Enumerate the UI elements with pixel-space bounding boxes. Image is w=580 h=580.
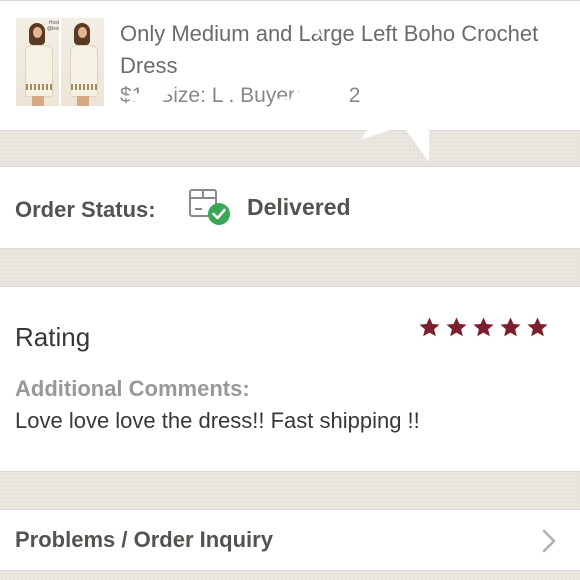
product-card[interactable]: Host Pick @leslie876 Only Medium and Lar…	[0, 0, 580, 201]
chevron-right-icon[interactable]	[540, 527, 558, 555]
star-sticker-icon: ★	[263, 71, 325, 144]
star-icon	[500, 317, 521, 337]
order-inquiry-row[interactable]: Problems / Order Inquiry	[0, 509, 580, 571]
order-status-value: Delivered	[247, 194, 351, 220]
rating-title: Rating	[15, 322, 91, 352]
product-thumbnail[interactable]: Host Pick @leslie876	[16, 18, 104, 106]
star-rating	[418, 316, 549, 339]
star-icon	[473, 317, 494, 337]
product-photo-side	[61, 18, 104, 106]
comments-label: Additional Comments:	[15, 376, 250, 401]
order-inquiry-label: Problems / Order Inquiry	[15, 527, 273, 552]
star-icon	[527, 317, 548, 337]
star-icon	[446, 317, 467, 337]
order-status-label: Order Status:	[15, 197, 156, 222]
star-sticker-icon: ★	[298, 9, 329, 46]
rating-card: Rating Additional Comments: Love love lo…	[0, 286, 580, 472]
delivered-box-icon	[189, 189, 230, 225]
thumbnail-watermark: Host Pick @leslie876	[47, 20, 59, 32]
star-icon	[419, 317, 440, 337]
comments-text: Love love love the dress!! Fast shipping…	[15, 408, 420, 433]
product-photo-front: Host Pick @leslie876	[16, 18, 59, 106]
order-status-card: Order Status: Delivered	[0, 166, 580, 249]
